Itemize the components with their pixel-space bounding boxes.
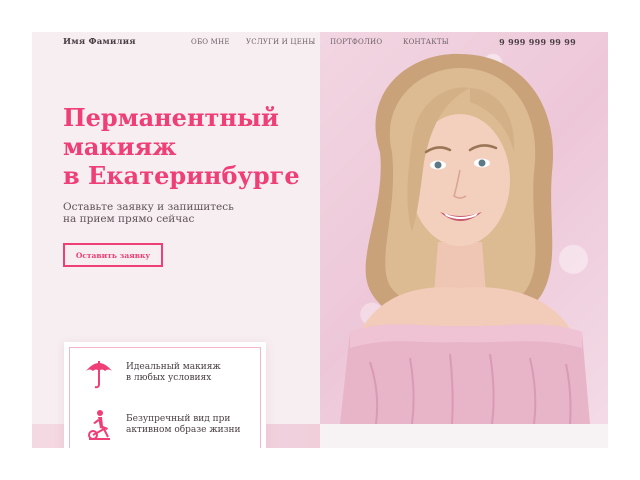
hero-title-line: в Екатеринбурге [63,161,300,190]
feature-text-line: в любых условиях [126,373,212,383]
landing-page: Имя Фамилия ОБО МНЕ УСЛУГИ И ЦЕНЫ ПОРТФО… [32,32,608,448]
nav-services[interactable]: УСЛУГИ И ЦЕНЫ [246,38,315,46]
feature-item: Идеальный макияж в любых условиях [84,356,221,390]
nav-about[interactable]: ОБО МНЕ [191,38,230,46]
feature-text: Безупречный вид при активном образе жизн… [126,414,241,436]
umbrella-icon [84,356,114,390]
hero-title-line: макияж [63,132,177,161]
feature-text-line: активном образе жизни [126,425,241,435]
feature-item: Безупречный вид при активном образе жизн… [84,408,241,442]
woman-portrait [340,53,590,424]
hero-title: Перманентный макияж в Екатеринбурге [63,103,303,190]
hero-subtitle-line: Оставьте заявку и запишитесь [63,201,234,213]
feature-text: Идеальный макияж в любых условиях [126,362,221,384]
exercise-bike-icon [84,408,114,442]
site-logo[interactable]: Имя Фамилия [63,37,136,47]
leave-request-button[interactable]: Оставить заявку [63,243,163,267]
hero-subtitle: Оставьте заявку и запишитесь на прием пр… [63,201,253,225]
hero-title-line: Перманентный [63,103,279,132]
feature-text-line: Идеальный макияж [126,362,221,372]
feature-text-line: Безупречный вид при [126,414,231,424]
features-card: Идеальный макияж в любых условиях Безупр… [64,342,266,448]
hero-subtitle-line: на прием прямо сейчас [63,213,195,225]
